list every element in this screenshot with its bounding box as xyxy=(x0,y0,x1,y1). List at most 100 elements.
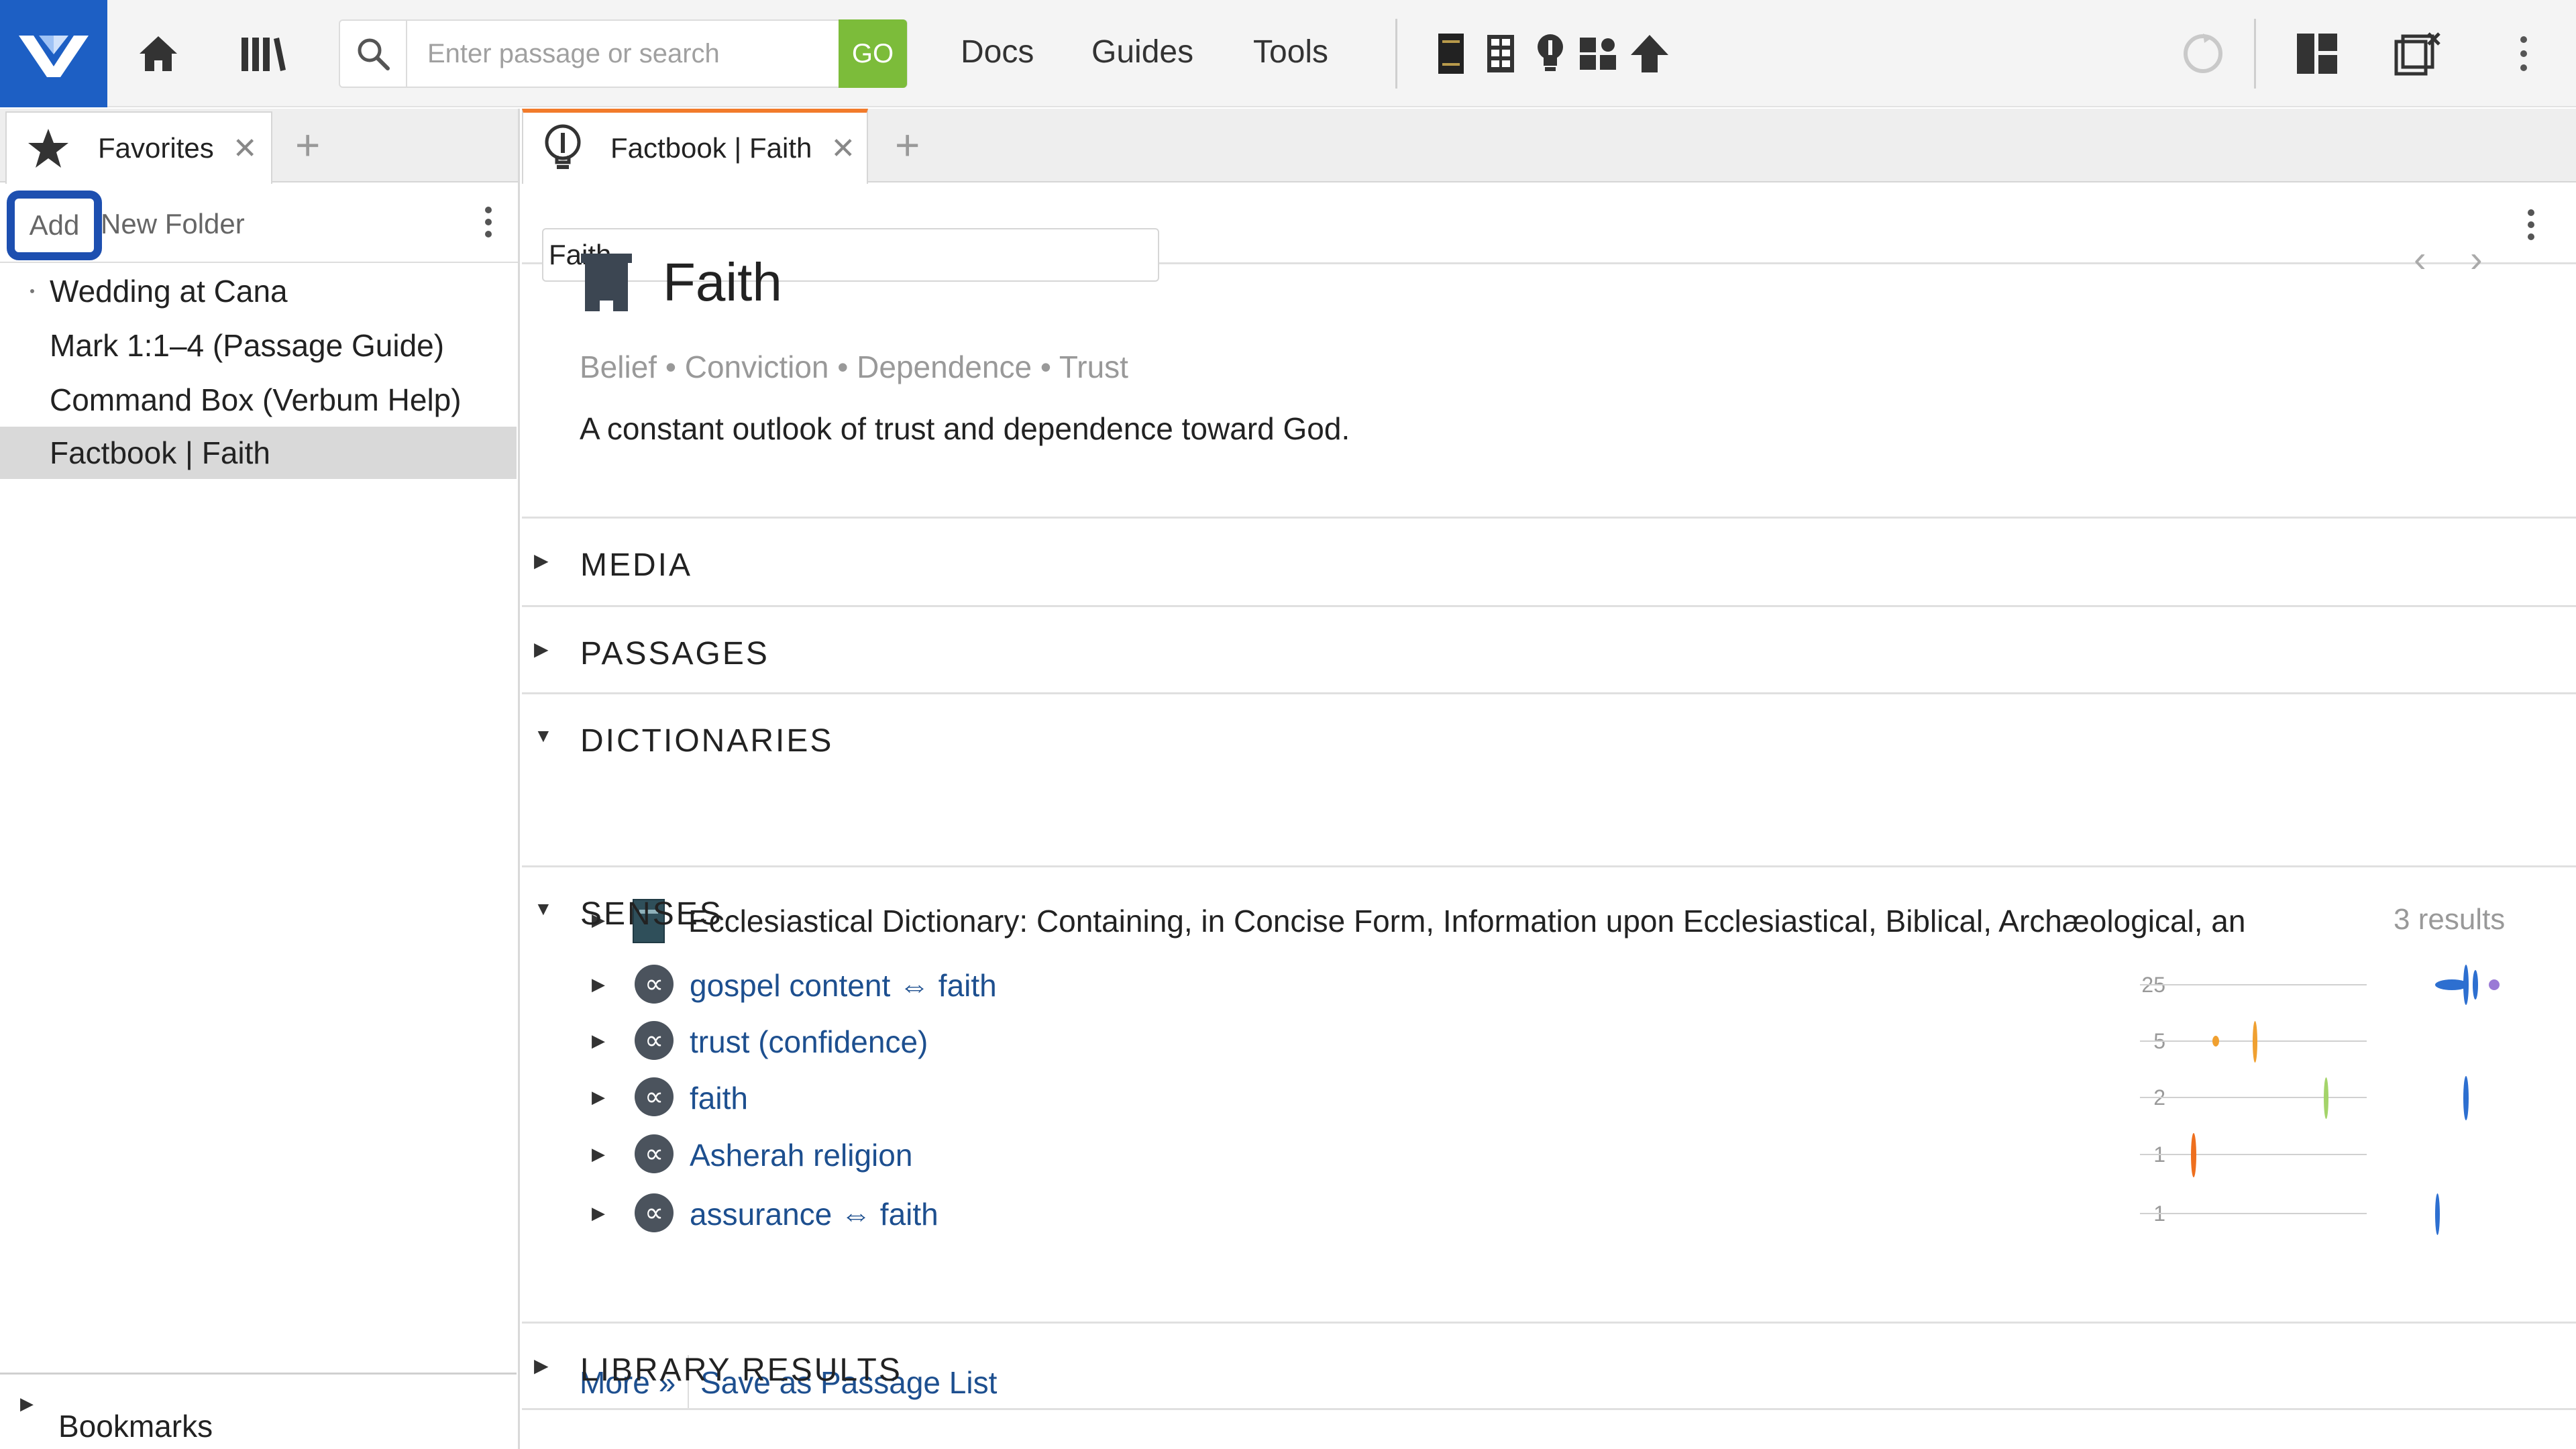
layouts-icon[interactable] xyxy=(1578,28,1619,79)
favorites-toolbar: Add New Folder xyxy=(0,184,518,263)
factbook-heading: Faith xyxy=(580,252,782,313)
favorite-item-label: Command Box (Verbum Help) xyxy=(50,382,462,417)
menu-docs[interactable]: Docs xyxy=(961,34,1034,70)
bookmarks-label: Bookmarks xyxy=(58,1409,213,1444)
menu-tools[interactable]: Tools xyxy=(1253,34,1328,70)
expand-arrow-icon[interactable]: ▶ xyxy=(534,638,549,660)
section-passages[interactable]: ▶ PASSAGES xyxy=(522,605,2576,692)
close-icon[interactable]: ✕ xyxy=(233,131,258,166)
lightbulb-icon[interactable] xyxy=(1529,28,1571,79)
bookmarks-section[interactable]: ▶ Bookmarks xyxy=(0,1373,517,1449)
lightbulb-tab-icon xyxy=(545,124,581,169)
verbum-logo-icon xyxy=(19,36,89,77)
favorite-item[interactable]: Command Box (Verbum Help) xyxy=(0,374,517,426)
tab-favorites[interactable]: Favorites ✕ xyxy=(5,111,272,184)
expand-arrow-icon[interactable]: ▶ xyxy=(592,1203,605,1224)
sync-icon[interactable] xyxy=(2176,27,2230,80)
sense-distribution xyxy=(2140,1213,2367,1214)
search-icon[interactable] xyxy=(340,21,407,87)
factbook-menu-kebab-icon[interactable] xyxy=(2524,209,2538,240)
expand-arrow-icon[interactable]: ▶ xyxy=(534,1354,549,1377)
sense-distribution-mark xyxy=(2463,965,2469,1005)
sense-distribution xyxy=(2140,1154,2367,1155)
back-chevron-icon[interactable]: ‹ xyxy=(2414,240,2426,278)
expand-arrow-icon[interactable]: ▶ xyxy=(592,1144,605,1165)
toolbar-divider-right xyxy=(2254,19,2256,89)
collapse-arrow-icon[interactable]: ▼ xyxy=(534,898,553,920)
sense-distribution-mark xyxy=(2489,979,2500,990)
expand-arrow-icon[interactable]: ▶ xyxy=(20,1393,34,1414)
favorites-panel: Favorites ✕ + Add New Folder Wedding at … xyxy=(0,109,520,1449)
sense-link[interactable]: gospel content ⇔ faith xyxy=(690,967,997,1004)
sense-icon: ∝ xyxy=(635,1021,674,1060)
passage-guide-icon[interactable] xyxy=(1480,28,1521,79)
layout-panels-icon[interactable] xyxy=(2290,27,2344,80)
star-icon xyxy=(28,129,68,168)
sense-row[interactable]: ▶ ∝ trust (confidence) 5 xyxy=(522,1016,2576,1069)
app-menu-kebab-icon[interactable] xyxy=(2517,36,2530,71)
favorite-item-label: Mark 1:1–4 (Passage Guide) xyxy=(50,328,445,363)
sense-icon: ∝ xyxy=(635,965,674,1004)
section-title: SENSES xyxy=(580,896,723,932)
sense-distribution-mark xyxy=(2435,1193,2440,1235)
sense-distribution xyxy=(2140,984,2367,985)
app-logo[interactable] xyxy=(0,0,107,107)
sense-icon: ∝ xyxy=(635,1134,674,1173)
close-panels-icon[interactable] xyxy=(2391,27,2445,80)
menu-guides[interactable]: Guides xyxy=(1091,34,1193,70)
go-button[interactable]: GO xyxy=(839,19,907,88)
collapse-arrow-icon[interactable]: ▼ xyxy=(534,725,553,747)
sense-distribution xyxy=(2140,1097,2367,1098)
expand-arrow-icon[interactable]: ▶ xyxy=(592,1030,605,1051)
toolbar-divider xyxy=(1395,19,1397,89)
sense-link[interactable]: Asherah religion xyxy=(690,1137,912,1173)
tab-factbook-label: Factbook | Faith xyxy=(610,132,812,164)
bullet-icon xyxy=(30,289,34,293)
expand-arrow-icon[interactable]: ▶ xyxy=(592,974,605,995)
add-tab-icon[interactable]: + xyxy=(295,123,320,166)
sense-row[interactable]: ▶ ∝ gospel content ⇔ faith 25 xyxy=(522,959,2576,1013)
section-title: DICTIONARIES xyxy=(580,723,834,759)
book-icon[interactable] xyxy=(1430,28,1472,79)
sense-icon: ∝ xyxy=(635,1193,674,1232)
sense-row[interactable]: ▶ ∝ faith 2 xyxy=(522,1072,2576,1126)
sense-row[interactable]: ▶ ∝ assurance ⇔ faith 1 xyxy=(522,1188,2576,1242)
sense-link[interactable]: assurance ⇔ faith xyxy=(690,1196,938,1232)
new-folder-button[interactable]: New Folder xyxy=(101,208,245,240)
tab-favorites-label: Favorites xyxy=(98,132,214,164)
favorite-item-selected[interactable]: Factbook | Faith xyxy=(0,427,517,479)
synonyms: Belief • Conviction • Dependence • Trust xyxy=(580,350,1128,384)
search-input[interactable] xyxy=(407,21,906,87)
section-title: PASSAGES xyxy=(580,636,769,672)
favorite-item-label: Wedding at Cana xyxy=(50,274,288,309)
favorites-menu-kebab-icon[interactable] xyxy=(482,207,495,237)
sense-distribution-mark xyxy=(2473,970,2478,1000)
favorite-item[interactable]: Wedding at Cana xyxy=(0,265,517,317)
section-media[interactable]: ▶ MEDIA xyxy=(522,517,2576,605)
sense-link[interactable]: faith xyxy=(690,1080,748,1116)
sense-distribution-mark xyxy=(2191,1133,2196,1177)
home-icon[interactable] xyxy=(131,27,185,80)
favorite-item[interactable]: Mark 1:1–4 (Passage Guide) xyxy=(0,319,517,372)
section-dictionaries[interactable]: ▼ DICTIONARIES xyxy=(522,692,2576,865)
expand-arrow-icon[interactable]: ▶ xyxy=(592,1087,605,1108)
upload-icon[interactable] xyxy=(1629,28,1670,79)
add-button[interactable]: Add xyxy=(7,191,102,260)
right-tabstrip: Factbook | Faith ✕ + xyxy=(522,109,2576,184)
sense-link[interactable]: trust (confidence) xyxy=(690,1024,928,1060)
left-tabstrip: Favorites ✕ + xyxy=(0,109,518,184)
tab-factbook-faith[interactable]: Factbook | Faith ✕ xyxy=(522,109,868,184)
search-box xyxy=(339,19,908,88)
sense-distribution-mark xyxy=(2253,1021,2257,1063)
sense-distribution-mark xyxy=(2212,1036,2219,1046)
section-library-results[interactable]: ▶ LIBRARY RESULTS xyxy=(522,1322,2576,1410)
add-tab-icon[interactable]: + xyxy=(895,123,920,166)
expand-arrow-icon[interactable]: ▶ xyxy=(534,549,549,572)
sense-icon: ∝ xyxy=(635,1077,674,1116)
library-icon[interactable] xyxy=(236,27,290,80)
top-toolbar: GO Docs Guides Tools xyxy=(0,0,2576,107)
factbook-panel: Factbook | Faith ✕ + ‹ › Faith Belief • … xyxy=(522,109,2576,1449)
sense-row[interactable]: ▶ ∝ Asherah religion 1 xyxy=(522,1129,2576,1183)
close-icon[interactable]: ✕ xyxy=(830,131,855,166)
forward-chevron-icon[interactable]: › xyxy=(2470,240,2483,278)
